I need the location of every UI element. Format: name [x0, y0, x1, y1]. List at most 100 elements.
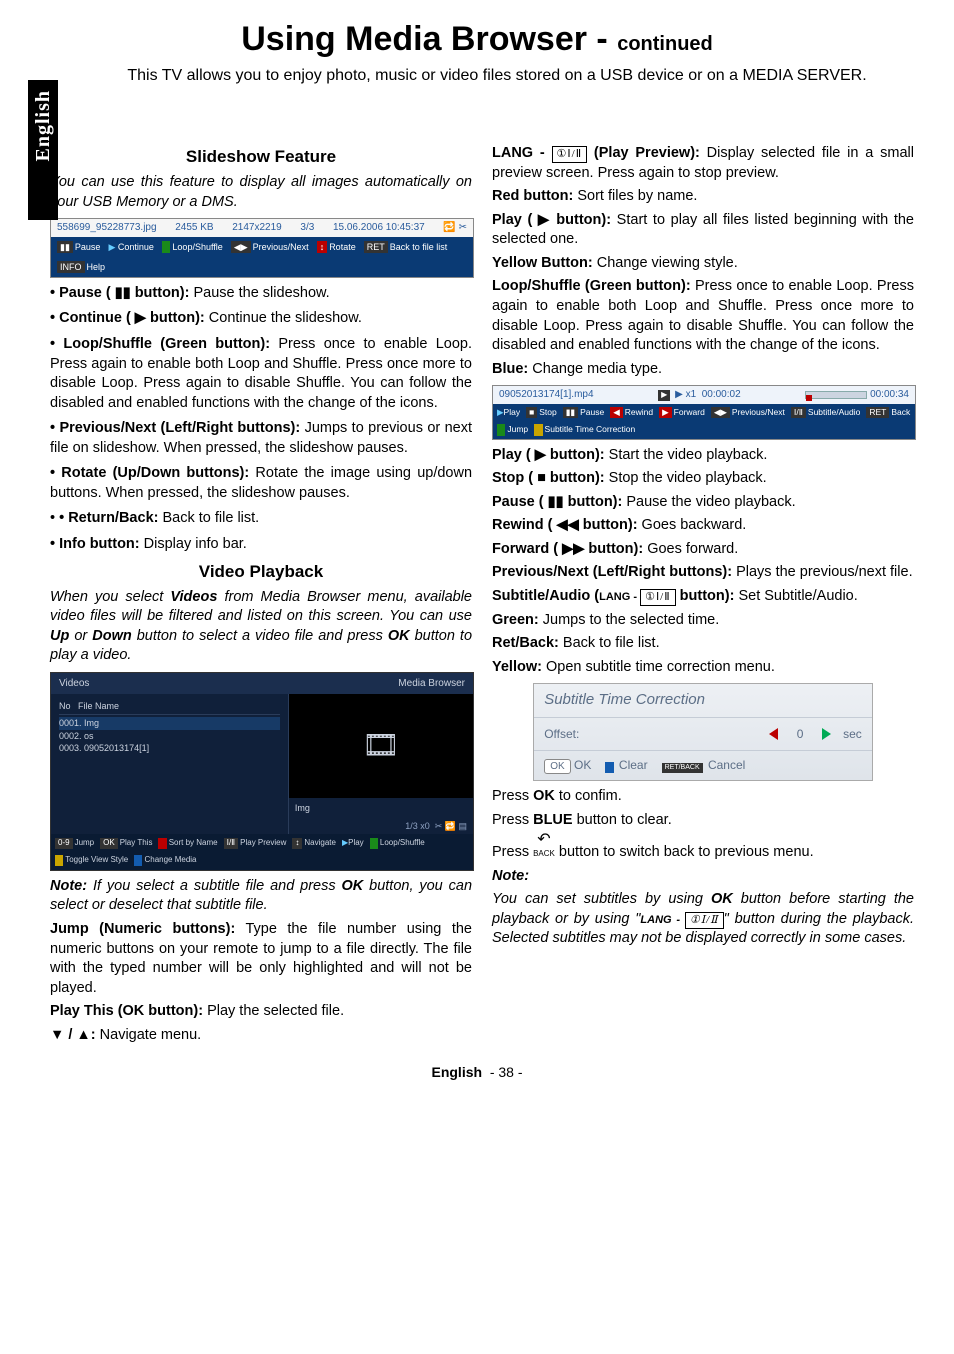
sc-offset-label: Offset: [544, 726, 579, 742]
vp-breadcrumb: Media Browser [398, 677, 465, 691]
osd-rotate: ↕Rotate [317, 241, 356, 253]
osd-continue: ▶ Continue [108, 241, 153, 253]
vosd-rewind: ◀Rewind [610, 407, 653, 418]
lang-icon: ①Ⅰ/Ⅱ [640, 589, 676, 606]
press-blue: Press BLUE button to clear. [492, 811, 914, 831]
vgreen-desc: Green: Jumps to the selected time. [492, 611, 914, 631]
bullet-loop: • Loop/Shuffle (Green button): Press onc… [50, 335, 472, 413]
bullet-info: • Info button: Display info bar. [50, 535, 472, 555]
page-title: Using Media Browser - continued [40, 20, 914, 59]
sc-cancel: RET/BACK Cancel [662, 757, 746, 773]
note2-head: Note: [492, 867, 914, 887]
vosd-corr: Subtitle Time Correction [534, 424, 635, 435]
osd-filesize: 2455 KB [175, 221, 213, 235]
vprevnext-desc: Previous/Next (Left/Right buttons): Play… [492, 563, 914, 583]
osd-date: 15.06.2006 10:45:37 [333, 221, 425, 235]
reel-icon: 🎞 [289, 694, 473, 798]
footer-lang: English [431, 1064, 482, 1080]
title-main: Using Media Browser - [241, 20, 617, 58]
vosd-stop: ■Stop [526, 407, 557, 418]
press-back: Press ↶BACK button to switch back to pre… [492, 834, 914, 862]
osd-help: INFOHelp [57, 261, 105, 273]
osd-filename: 558699_95228773.jpg [57, 221, 157, 235]
slideshow-intro: You can use this feature to display all … [50, 173, 472, 212]
bullet-prevnext: • Previous/Next (Left/Right buttons): Ju… [50, 419, 472, 458]
back-icon: ↶BACK [533, 834, 555, 858]
side-tab-label: English [32, 90, 55, 161]
osd-icons: 🔁 ✂ [443, 221, 467, 235]
vosd-duration: 00:00:34 [870, 389, 909, 400]
right-triangle-icon [822, 728, 831, 740]
red-desc: Red button: Sort files by name. [492, 187, 914, 207]
left-triangle-icon [769, 728, 778, 740]
video-browser-figure: Videos Media Browser No File Name 0001. I… [50, 672, 474, 871]
vosd-prevnext: ◀▶Previous/Next [711, 407, 785, 418]
playthis-desc: Play This (OK button): Play the selected… [50, 1002, 472, 1022]
vforward-desc: Forward ( ▶▶ button): Goes forward. [492, 540, 914, 560]
loop-desc: Loop/Shuffle (Green button): Press once … [492, 277, 914, 355]
video-heading: Video Playback [50, 561, 472, 584]
yellow-desc: Yellow Button: Change viewing style. [492, 254, 914, 274]
vosd-file: 09052013174[1].mp4 [499, 388, 594, 402]
osd-loop: Loop/Shuffle [162, 241, 223, 253]
blue-desc: Blue: Change media type. [492, 360, 914, 380]
lang-icon: ①Ⅰ/Ⅱ [552, 146, 588, 163]
sc-offset-value: 0 [790, 726, 810, 742]
bullet-rotate: • Rotate (Up/Down buttons): Rotate the i… [50, 464, 472, 503]
left-column: Slideshow Feature You can use this featu… [50, 140, 472, 1049]
slideshow-bullets: • Pause ( ▮▮ button): Pause the slidesho… [50, 284, 472, 555]
sc-title: Subtitle Time Correction [534, 684, 872, 716]
note2-body: You can set subtitles by using OK button… [492, 890, 914, 949]
vpause-desc: Pause ( ▮▮ button): Pause the video play… [492, 493, 914, 513]
video-intro: When you select Videos from Media Browse… [50, 588, 472, 666]
osd-pause: ▮▮Pause [57, 241, 100, 253]
vp-legend: 0-9Jump OKPlay This Sort by Name Ⅰ/ⅡPlay… [51, 834, 473, 870]
vp-preview: 🎞 Img 1/3 x0 ✂ 🔁 ▤ [288, 694, 473, 834]
osd-index: 3/3 [300, 221, 314, 235]
subtitle-note: Note: If you select a subtitle file and … [50, 877, 472, 916]
bullet-continue: • Continue ( ▶ button): Continue the sli… [50, 309, 472, 329]
vstop-desc: Stop ( ■ button): Stop the video playbac… [492, 469, 914, 489]
slideshow-osd-figure: 558699_95228773.jpg 2455 KB 2147x2219 3/… [50, 218, 474, 278]
vosd-time: 00:00:02 [702, 389, 741, 400]
video-osd-figure: 09052013174[1].mp4 ▶ ▶ x1 00:00:02 00:00… [492, 385, 916, 439]
vsubtitle-desc: Subtitle/Audio (LANG - ①Ⅰ/Ⅱ button): Set… [492, 587, 914, 607]
bullet-pause: • Pause ( ▮▮ button): Pause the slidesho… [50, 284, 472, 304]
jump-desc: Jump (Numeric buttons): Type the file nu… [50, 920, 472, 998]
vp-row-2: 0002. os [59, 730, 280, 742]
sc-unit: sec [843, 726, 862, 742]
vp-title: Videos [59, 677, 89, 691]
page-footer: English - 38 - [40, 1064, 914, 1080]
vosd-play: ▶Play [497, 407, 520, 418]
sc-clear: Clear [605, 757, 647, 773]
right-column: LANG - ①Ⅰ/Ⅱ (Play Preview): Display sele… [492, 140, 914, 1049]
osd-prevnext: ◀▶Previous/Next [231, 241, 309, 253]
vp-status: 1/3 x0 ✂ 🔁 ▤ [289, 818, 473, 834]
osd-resolution: 2147x2219 [232, 221, 282, 235]
vosd-jump: Jump [497, 424, 528, 435]
vretback-desc: Ret/Back: Back to file list. [492, 634, 914, 654]
vyellow-desc: Yellow: Open subtitle time correction me… [492, 658, 914, 678]
lang-icon: ①Ⅰ/Ⅱ [685, 912, 724, 929]
footer-page: - 38 - [490, 1064, 523, 1080]
vosd-back: RETBack [866, 407, 910, 418]
vp-row-1: 0001. Img [59, 717, 280, 729]
vosd-pause: ▮▮Pause [563, 407, 604, 418]
subtitle-correction-figure: Subtitle Time Correction Offset: 0 sec O… [533, 683, 873, 781]
press-ok: Press OK to confim. [492, 787, 914, 807]
vosd-forward: ▶Forward [659, 407, 705, 418]
title-continued: continued [617, 33, 713, 55]
osd-back: RETBack to file list [364, 241, 448, 253]
vp-preview-name: Img [289, 798, 473, 818]
vosd-subtitle: Ⅰ/ⅡSubtitle/Audio [791, 407, 861, 418]
vrewind-desc: Rewind ( ◀◀ button): Goes backward. [492, 516, 914, 536]
navigate-desc: ▼ / ▲: Navigate menu. [50, 1026, 472, 1046]
lang-preview-desc: LANG - ①Ⅰ/Ⅱ (Play Preview): Display sele… [492, 144, 914, 183]
play-desc: Play ( ▶ button): Start to play all file… [492, 211, 914, 250]
vp-file-list: No File Name 0001. Img 0002. os 0003. 09… [51, 694, 288, 834]
page-subtitle: This TV allows you to enjoy photo, music… [80, 67, 914, 85]
slideshow-heading: Slideshow Feature [50, 146, 472, 169]
bullet-return: • • Return/Back: Back to file list. [50, 509, 472, 529]
language-side-tab: English [28, 80, 58, 220]
sc-ok: OK OK [544, 757, 591, 775]
